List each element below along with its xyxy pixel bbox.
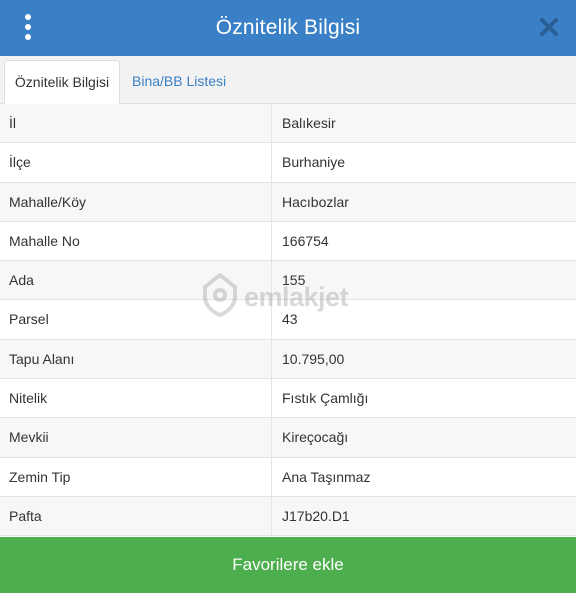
attribute-key: Parsel [0,300,272,339]
table-row: Mahalle No 166754 [0,221,576,262]
page-title: Öznitelik Bilgisi [215,16,361,39]
attribute-value: 10.795,00 [282,350,345,367]
table-row: Tapu Alanı 10.795,00 [0,339,576,380]
attribute-key: Ada [0,261,272,300]
attribute-table: İl Balıkesir İlçe Burhaniye Mahalle/Köy … [0,104,576,537]
table-row: Zemin Tip Ana Taşınmaz [0,457,576,497]
table-row: Nitelik Fıstık Çamlığı [0,379,576,419]
tab-oznitelik-bilgisi[interactable]: Öznitelik Bilgisi [4,60,120,104]
attribute-value: 43 [282,311,298,328]
attribute-value: Kireçocağı [282,429,349,446]
attribute-key: Nitelik [0,379,272,418]
attribute-key: İlçe [0,143,272,182]
attribute-key: Pafta [0,496,272,536]
attribute-key: Zemin Tip [0,457,272,496]
attribute-value: J17b20.D1 [282,507,350,524]
attribute-key: Mahalle/Köy [0,182,272,221]
header-bar: Öznitelik Bilgisi [0,0,576,56]
table-row: İl Balıkesir [0,104,576,144]
add-to-favorites-button[interactable]: Favorilere ekle [0,537,576,593]
attribute-value: Burhaniye [282,154,346,171]
table-row: Parsel 43 [0,300,576,340]
attribute-key: İl [0,104,272,143]
attribute-value: 166754 [282,232,329,249]
attribute-value: Fıstık Çamlığı [282,390,369,407]
table-row: Ada 155 [0,261,576,301]
table-row: Mevkii Kireçocağı [0,418,576,458]
attribute-key: Mahalle No [0,221,272,261]
table-row: İlçe Burhaniye [0,143,576,183]
vertical-dots-icon[interactable] [20,14,36,40]
close-icon[interactable] [538,16,560,38]
table-row: Mahalle/Köy Hacıbozlar [0,182,576,222]
tab-bar: Öznitelik Bilgisi Bina/BB Listesi [0,56,576,104]
attribute-value: Hacıbozlar [282,193,349,210]
attribute-value: 155 [282,272,306,289]
attribute-key: Tapu Alanı [0,339,272,379]
tab-bina-bb-listesi[interactable]: Bina/BB Listesi [123,60,235,104]
attribute-value: Ana Taşınmaz [282,468,371,485]
attribute-value: Balıkesir [282,115,336,131]
attribute-key: Mevkii [0,418,272,457]
table-row: Pafta J17b20.D1 [0,496,576,537]
